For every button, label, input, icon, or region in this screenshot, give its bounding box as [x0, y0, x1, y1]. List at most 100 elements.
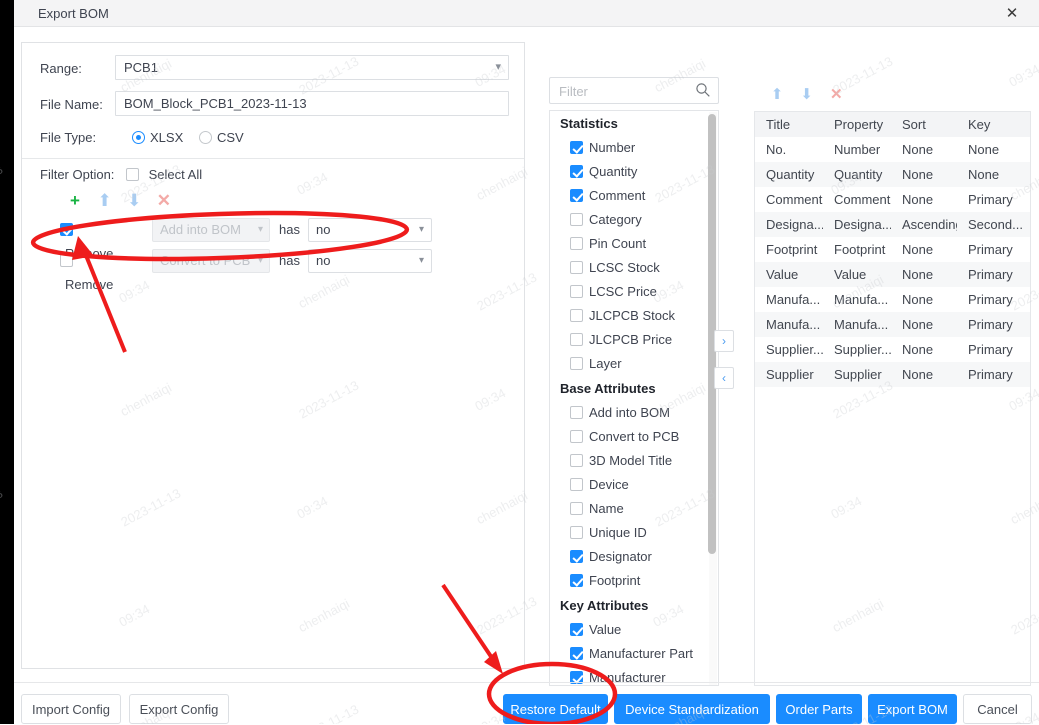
- attribute-item-label: 3D Model Title: [589, 453, 673, 468]
- attribute-item[interactable]: Quantity: [550, 160, 708, 184]
- attribute-item[interactable]: Layer: [550, 352, 708, 376]
- import-config-button[interactable]: Import Config: [21, 694, 121, 724]
- attribute-item[interactable]: JLCPCB Stock: [550, 304, 708, 328]
- range-select-value[interactable]: [115, 55, 509, 80]
- checkbox-icon: [570, 237, 583, 250]
- remove-attribute-button[interactable]: ‹: [714, 367, 734, 389]
- table-cell: None: [902, 192, 934, 207]
- table-row[interactable]: Quantity Quantity None None: [755, 162, 1030, 187]
- file-type-xlsx-radio[interactable]: XLSX: [132, 124, 183, 152]
- device-standardization-button[interactable]: Device Standardization: [614, 694, 770, 724]
- checkbox-checked-icon: [570, 141, 583, 154]
- attribute-item[interactable]: Name: [550, 497, 708, 521]
- attribute-item[interactable]: LCSC Price: [550, 280, 708, 304]
- attribute-item[interactable]: Manufacturer: [550, 666, 708, 685]
- table-cell: Primary: [968, 292, 1013, 307]
- arrow-up-icon[interactable]: ⬆: [764, 85, 790, 105]
- attributes-search-box[interactable]: [549, 77, 719, 105]
- arrow-down-icon[interactable]: ⬇: [794, 85, 820, 105]
- plus-icon[interactable]: +: [62, 190, 88, 212]
- filter-rule-has-label: has: [279, 253, 300, 268]
- filter-rule-checkbox[interactable]: Remove: [60, 249, 113, 297]
- table-column-header[interactable]: Property: [823, 117, 891, 132]
- table-row[interactable]: Supplier... Supplier... None Primary: [755, 337, 1030, 362]
- file-name-input[interactable]: [115, 91, 509, 116]
- table-row[interactable]: Comment Comment None Primary: [755, 187, 1030, 212]
- chevron-down-icon: ▾: [257, 255, 263, 266]
- table-cell: Manufa...: [834, 292, 889, 307]
- table-column-header[interactable]: Key: [957, 117, 1030, 132]
- range-select[interactable]: ▾: [115, 55, 509, 80]
- table-cell: None: [902, 342, 934, 357]
- table-cell: No.: [766, 142, 787, 157]
- table-row[interactable]: Footprint Footprint None Primary: [755, 237, 1030, 262]
- attribute-item[interactable]: Footprint: [550, 569, 708, 593]
- table-cell: Designa...: [834, 217, 891, 232]
- file-type-csv-radio[interactable]: CSV: [199, 124, 244, 152]
- attribute-item[interactable]: Device: [550, 473, 708, 497]
- title-bar: Export BOM ✕: [14, 0, 1039, 27]
- checkbox-icon: [126, 168, 139, 181]
- window-left-chrome: [0, 0, 14, 724]
- file-type-label: File Type:: [40, 130, 97, 145]
- attribute-item[interactable]: JLCPCB Price: [550, 328, 708, 352]
- export-form: Range: ▾ File Name: File Type: XLSX CSV: [22, 43, 524, 159]
- table-cell: Manufa...: [766, 292, 821, 307]
- file-name-row: File Name:: [22, 91, 524, 119]
- attribute-item-label: Comment: [589, 188, 646, 203]
- checkbox-icon: [570, 357, 583, 370]
- attribute-group-title: Base Attributes: [560, 381, 656, 396]
- select-all-checkbox[interactable]: Select All: [126, 167, 202, 182]
- close-x-icon[interactable]: ✕: [823, 85, 849, 105]
- table-cell: Supplier: [766, 367, 814, 382]
- attributes-scrollbar-track[interactable]: [708, 112, 717, 685]
- attribute-item[interactable]: Value: [550, 618, 708, 642]
- attribute-item-label: JLCPCB Price: [589, 332, 673, 347]
- attribute-item[interactable]: Unique ID: [550, 521, 708, 545]
- restore-default-button[interactable]: Restore Default: [503, 694, 608, 724]
- table-cell: Supplier...: [766, 342, 823, 357]
- attribute-item[interactable]: Designator: [550, 545, 708, 569]
- close-icon[interactable]: ✕: [995, 0, 1029, 27]
- export-config-button[interactable]: Export Config: [129, 694, 229, 724]
- table-column-header[interactable]: Title: [755, 117, 823, 132]
- arrow-down-icon[interactable]: ⬇: [121, 190, 147, 212]
- chevron-left-icon: ‹: [722, 371, 726, 385]
- checkbox-icon: [570, 261, 583, 274]
- table-row[interactable]: Supplier Supplier None Primary: [755, 362, 1030, 387]
- close-x-icon[interactable]: ✕: [151, 190, 177, 212]
- attribute-item[interactable]: Number: [550, 136, 708, 160]
- table-cell: None: [968, 167, 1000, 182]
- filter-rule-value: no: [316, 222, 331, 237]
- dialog-title: Export BOM: [38, 6, 109, 21]
- table-row[interactable]: No. Number None None: [755, 137, 1030, 162]
- attribute-item[interactable]: Manufacturer Part: [550, 642, 708, 666]
- table-cell: Footprint: [834, 242, 886, 257]
- table-row[interactable]: Designa... Designa... Ascending Second...: [755, 212, 1030, 237]
- arrow-up-icon[interactable]: ⬆: [92, 190, 118, 212]
- add-attribute-button[interactable]: ›: [714, 330, 734, 352]
- attribute-item[interactable]: Convert to PCB: [550, 425, 708, 449]
- attribute-item-label: Name: [589, 501, 624, 516]
- attribute-item[interactable]: Pin Count: [550, 232, 708, 256]
- checkbox-checked-icon: [570, 574, 583, 587]
- attribute-item[interactable]: 3D Model Title: [550, 449, 708, 473]
- checkbox-icon: [570, 333, 583, 346]
- search-input[interactable]: [550, 78, 701, 105]
- table-row[interactable]: Manufa... Manufa... None Primary: [755, 312, 1030, 337]
- attribute-item[interactable]: Comment: [550, 184, 708, 208]
- attribute-item[interactable]: Add into BOM: [550, 401, 708, 425]
- order-parts-button[interactable]: Order Parts: [776, 694, 862, 724]
- cancel-button[interactable]: Cancel: [963, 694, 1032, 724]
- filter-rule-action-label: Remove: [65, 277, 114, 292]
- attribute-item[interactable]: Category: [550, 208, 708, 232]
- filter-rule-value-select[interactable]: no ▾: [308, 218, 432, 242]
- checkbox-icon: [570, 454, 583, 467]
- checkbox-checked-icon: [60, 223, 73, 236]
- filter-rule-value-select[interactable]: no ▾: [308, 249, 432, 273]
- table-column-header[interactable]: Sort: [891, 117, 957, 132]
- table-row[interactable]: Value Value None Primary: [755, 262, 1030, 287]
- attribute-item[interactable]: LCSC Stock: [550, 256, 708, 280]
- export-bom-button[interactable]: Export BOM: [868, 694, 957, 724]
- table-row[interactable]: Manufa... Manufa... None Primary: [755, 287, 1030, 312]
